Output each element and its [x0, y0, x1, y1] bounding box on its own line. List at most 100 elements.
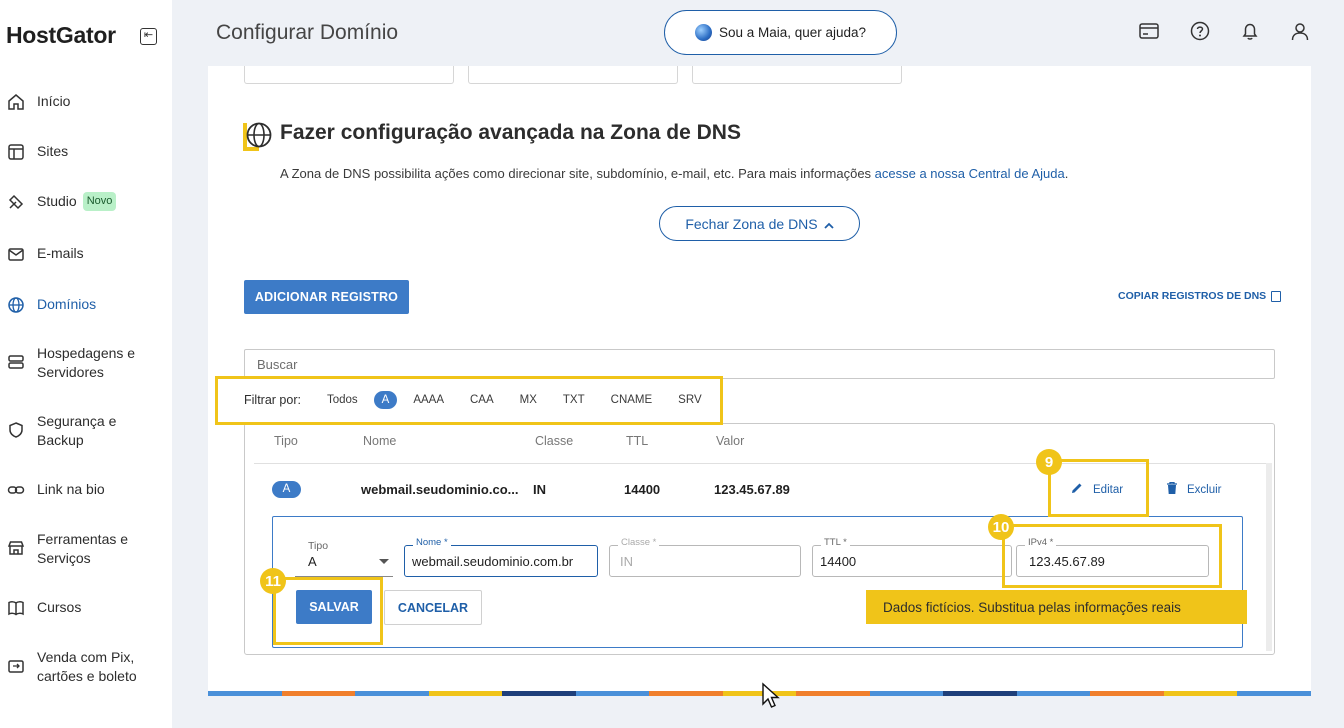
studio-icon [6, 192, 26, 212]
sidebar-item-emails[interactable]: E-mails [6, 244, 166, 264]
copy-dns-records-label: COPIAR REGISTROS DE DNS [1118, 290, 1267, 302]
sidebar-item-ferramentas[interactable]: Ferramentas e Serviços [6, 530, 166, 568]
sidebar-item-label: Ferramentas e Serviços [37, 531, 129, 566]
sidebar-item-label: Cursos [37, 599, 82, 615]
previous-section-box [468, 66, 678, 84]
card-icon[interactable] [1138, 20, 1160, 42]
stripe-segment [502, 691, 576, 696]
sidebar-item-hospedagens[interactable]: Hospedagens e Servidores [6, 344, 166, 382]
record-value: 123.45.67.89 [714, 482, 790, 497]
sidebar-item-venda-pix[interactable]: Venda com Pix, cartões e boleto [6, 648, 166, 686]
column-header-classe[interactable]: Classe [535, 434, 573, 448]
record-class: IN [533, 482, 546, 497]
class-field: Classe * IN [609, 537, 801, 577]
bell-icon[interactable] [1239, 20, 1261, 42]
dns-globe-icon [243, 121, 273, 151]
sidebar-item-label: Sites [37, 143, 69, 159]
dns-description-end: . [1064, 166, 1069, 181]
sidebar-item-label: Hospedagens e Servidores [37, 345, 136, 380]
sidebar-item-label: Venda com Pix, cartões e boleto [37, 649, 137, 684]
globe-icon [6, 295, 26, 315]
sidebar-item-studio[interactable]: Studio Novo [6, 192, 166, 212]
server-icon [6, 352, 26, 372]
hostgator-logo[interactable]: HostGator [6, 22, 116, 49]
assistant-button[interactable]: Sou a Maia, quer ajuda? [664, 10, 897, 55]
sidebar-item-dominios[interactable]: Domínios [6, 295, 166, 315]
page-title: Configurar Domínio [216, 21, 399, 44]
highlight-save-button [273, 577, 383, 645]
previous-section-box [244, 66, 454, 84]
stripe-segment [1237, 691, 1311, 696]
user-icon[interactable] [1289, 20, 1311, 42]
dropdown-arrow-icon [379, 559, 389, 564]
record-ttl: 14400 [624, 482, 661, 497]
stripe-segment [943, 691, 1017, 696]
sidebar-item-label: Link na bio [37, 481, 105, 497]
column-header-nome[interactable]: Nome [363, 434, 396, 448]
stripe-segment [281, 691, 356, 696]
stripe-segment [575, 691, 650, 696]
help-center-link[interactable]: acesse a nossa Central de Ajuda [875, 166, 1065, 181]
dns-description: A Zona de DNS possibilita ações como dir… [280, 166, 1068, 181]
stripe-segment [1163, 691, 1238, 696]
add-record-button[interactable]: ADICIONAR REGISTRO [244, 280, 409, 314]
close-dns-zone-label: Fechar Zona de DNS [685, 215, 818, 232]
stripe-segment [208, 691, 282, 696]
ttl-field[interactable]: TTL * 14400 [812, 537, 1012, 577]
class-field-label: Classe * [618, 537, 660, 549]
record-name: webmail.seudominio.co... [361, 482, 519, 497]
help-icon[interactable] [1189, 20, 1211, 42]
highlight-ipv4-field [1002, 524, 1222, 588]
sidebar-item-cursos[interactable]: Cursos [6, 598, 166, 618]
payment-icon [6, 656, 26, 676]
dns-description-text: A Zona de DNS possibilita ações como dir… [280, 166, 875, 181]
layout-icon [6, 142, 26, 162]
top-header: Configurar Domínio Sou a Maia, quer ajud… [172, 0, 1344, 66]
sidebar-item-sites[interactable]: Sites [6, 142, 166, 162]
sidebar-item-label: Segurança e Backup [37, 413, 117, 448]
sidebar-item-label: E-mails [37, 245, 84, 261]
sidebar-item-label: Domínios [37, 296, 97, 312]
decorative-stripe [208, 691, 1311, 696]
fictitious-data-note: Dados fictícios. Substitua pelas informa… [866, 590, 1247, 624]
assistant-label: Sou a Maia, quer ajuda? [718, 25, 867, 40]
stripe-segment [1016, 691, 1091, 696]
type-select-value: A [308, 554, 317, 569]
table-scrollbar[interactable] [1266, 463, 1272, 651]
assistant-avatar-icon [694, 24, 712, 41]
highlight-edit-button [1048, 459, 1149, 517]
copy-dns-records-button[interactable]: COPIAR REGISTROS DE DNS [1118, 290, 1282, 302]
sidebar-item-inicio[interactable]: Início [6, 92, 166, 112]
sidebar-item-seguranca[interactable]: Segurança e Backup [6, 412, 166, 450]
sidebar-item-label: Início [37, 93, 71, 109]
sidebar-item-link-bio[interactable]: Link na bio [6, 480, 166, 500]
cancel-button[interactable]: CANCELAR [384, 590, 482, 625]
link-icon [6, 480, 26, 500]
delete-label: Excluir [1187, 483, 1222, 496]
close-dns-zone-button[interactable]: Fechar Zona de DNS [659, 206, 860, 241]
record-type-badge: A [272, 481, 301, 498]
step-badge-11: 11 [260, 568, 286, 594]
sidebar-item-label: Studio [37, 193, 77, 209]
name-field-value: webmail.seudominio.com.br [412, 554, 574, 569]
collapse-sidebar-icon[interactable]: ⇤ [140, 28, 157, 45]
ttl-field-value: 14400 [820, 554, 857, 569]
delete-record-button[interactable]: Excluir [1167, 481, 1222, 497]
stripe-segment [869, 691, 944, 696]
stripe-segment [722, 691, 797, 696]
mouse-cursor-icon [761, 682, 783, 710]
name-field[interactable]: Nome * webmail.seudominio.com.br [404, 537, 598, 577]
copy-icon [1271, 290, 1282, 302]
search-input[interactable]: Buscar [244, 349, 1275, 379]
column-header-tipo[interactable]: Tipo [274, 434, 298, 448]
step-badge-9: 9 [1036, 449, 1062, 475]
sidebar: HostGator ⇤ Início Sites Studio Novo E-m… [0, 0, 172, 728]
type-select[interactable]: Tipo A [295, 540, 393, 577]
trash-icon [1167, 481, 1177, 497]
stripe-segment [428, 691, 503, 696]
column-header-ttl[interactable]: TTL [626, 434, 648, 448]
highlight-filter-bar [215, 376, 723, 425]
column-header-valor[interactable]: Valor [716, 434, 744, 448]
stripe-segment [796, 691, 870, 696]
home-icon [6, 92, 26, 112]
